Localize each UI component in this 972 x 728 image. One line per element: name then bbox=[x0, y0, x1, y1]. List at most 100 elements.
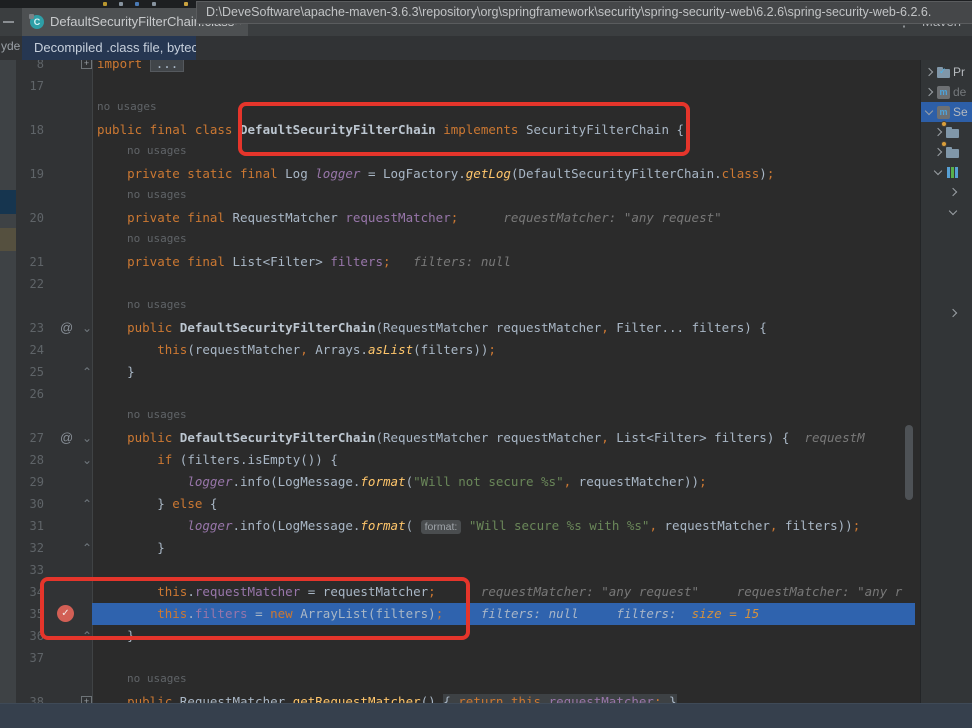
chevron-right-icon[interactable] bbox=[949, 309, 957, 317]
chevron-down-icon[interactable] bbox=[949, 207, 957, 215]
fold-collapse-icon[interactable]: ⌃ bbox=[82, 493, 92, 515]
code-line[interactable]: 35✓ this.filters = new ArrayList(filters… bbox=[0, 603, 920, 625]
check-icon: ✓ bbox=[939, 66, 947, 77]
code-line[interactable]: 30 ⌃ } else { bbox=[0, 493, 920, 515]
code-line[interactable]: 21 private final List<Filter> filters; f… bbox=[0, 251, 920, 273]
toolbar-icon-fragment bbox=[152, 2, 156, 6]
line-number[interactable]: 17 bbox=[14, 75, 44, 97]
maven-tree-label: de bbox=[953, 82, 966, 102]
code-line[interactable]: 24 this(requestMatcher, Arrays.asList(fi… bbox=[0, 339, 920, 361]
code-text: } bbox=[97, 361, 135, 383]
code-line[interactable]: 37 bbox=[0, 647, 920, 669]
no-usages-label: no usages bbox=[127, 672, 187, 685]
line-number[interactable]: 20 bbox=[14, 207, 44, 229]
code-text: public DefaultSecurityFilterChain(Reques… bbox=[97, 427, 865, 449]
code-line[interactable]: 19 private static final Log logger = Log… bbox=[0, 163, 920, 185]
line-number[interactable]: 33 bbox=[14, 559, 44, 581]
line-number[interactable]: 24 bbox=[14, 339, 44, 361]
line-number[interactable]: 38 bbox=[14, 691, 44, 703]
fold-expand-icon[interactable]: ⌄ bbox=[82, 317, 92, 339]
line-number[interactable]: 28 bbox=[14, 449, 44, 471]
maven-tree-item[interactable] bbox=[921, 142, 972, 162]
code-line[interactable]: 23@⌄ public DefaultSecurityFilterChain(R… bbox=[0, 317, 920, 339]
chevron-right-icon[interactable] bbox=[949, 188, 957, 196]
line-number[interactable]: 21 bbox=[14, 251, 44, 273]
maven-tool-window[interactable]: ✓PrmdemSe bbox=[920, 60, 972, 703]
toolbar-icon-fragment bbox=[184, 2, 188, 6]
code-line[interactable]: 17 bbox=[0, 75, 920, 97]
gear-icon bbox=[941, 121, 947, 127]
fold-collapse-icon[interactable]: ⌃ bbox=[82, 625, 92, 647]
line-number[interactable]: 19 bbox=[14, 163, 44, 185]
line-number[interactable]: 30 bbox=[14, 493, 44, 515]
code-line[interactable]: 33 bbox=[0, 559, 920, 581]
folder-base bbox=[946, 149, 959, 158]
maven-tree-item[interactable] bbox=[921, 202, 972, 222]
no-usages-row: no usages bbox=[0, 295, 920, 317]
line-number[interactable]: 25 bbox=[14, 361, 44, 383]
code-text: } bbox=[97, 537, 165, 559]
code-line[interactable]: 38+ public RequestMatcher getRequestMatc… bbox=[0, 691, 920, 703]
line-number[interactable]: 8 bbox=[14, 60, 44, 75]
chevron-right-icon[interactable] bbox=[934, 148, 942, 156]
gear-icon bbox=[941, 141, 947, 147]
fold-collapse-icon[interactable]: ⌃ bbox=[82, 361, 92, 383]
chevron-right-icon[interactable] bbox=[925, 88, 933, 96]
code-line[interactable]: 31 logger.info(LogMessage.format( format… bbox=[0, 515, 920, 537]
no-usages-row: no usages bbox=[0, 229, 920, 251]
code-line[interactable]: 32 ⌃ } bbox=[0, 537, 920, 559]
line-number[interactable]: 22 bbox=[14, 273, 44, 295]
line-number[interactable]: 32 bbox=[14, 537, 44, 559]
maven-tree-item[interactable] bbox=[921, 162, 972, 182]
code-line[interactable]: 8+import ... bbox=[0, 60, 920, 75]
line-number[interactable]: 36 bbox=[14, 625, 44, 647]
line-number[interactable]: 26 bbox=[14, 383, 44, 405]
line-number[interactable]: 35 bbox=[14, 603, 44, 625]
decompiled-banner: Decompiled .class file, bytec bbox=[22, 36, 196, 60]
code-line[interactable]: 22 bbox=[0, 273, 920, 295]
fold-collapse-icon[interactable]: ⌃ bbox=[82, 537, 92, 559]
breakpoint-icon[interactable]: ✓ bbox=[57, 605, 74, 622]
maven-tree-label: Se bbox=[953, 102, 968, 122]
maven-tree-item[interactable] bbox=[921, 303, 972, 323]
fold-expand-icon[interactable]: ⌄ bbox=[82, 427, 92, 449]
fold-plus-icon[interactable]: + bbox=[81, 60, 92, 69]
code-line[interactable]: 34 this.requestMatcher = requestMatcher;… bbox=[0, 581, 920, 603]
code-line[interactable]: 27@⌄ public DefaultSecurityFilterChain(R… bbox=[0, 427, 920, 449]
no-usages-label: no usages bbox=[97, 100, 157, 113]
maven-tree-item[interactable] bbox=[921, 122, 972, 142]
class-file-icon: C bbox=[30, 15, 44, 29]
code-line[interactable]: 20 private final RequestMatcher requestM… bbox=[0, 207, 920, 229]
line-number[interactable]: 18 bbox=[14, 119, 44, 141]
code-line[interactable]: 18public final class DefaultSecurityFilt… bbox=[0, 119, 920, 141]
code-line[interactable]: 28⌄ if (filters.isEmpty()) { bbox=[0, 449, 920, 471]
vertical-scrollbar-thumb[interactable] bbox=[905, 425, 913, 500]
fold-plus-icon[interactable]: + bbox=[81, 696, 92, 703]
code-text: } else { bbox=[97, 493, 217, 515]
no-usages-label: no usages bbox=[127, 298, 187, 311]
library-bar bbox=[955, 167, 958, 178]
code-line[interactable]: 36⌃ } bbox=[0, 625, 920, 647]
clipped-text-fragment: yde bbox=[1, 39, 20, 53]
line-number[interactable]: 37 bbox=[14, 647, 44, 669]
chevron-right-icon[interactable] bbox=[925, 68, 933, 76]
line-number[interactable]: 31 bbox=[14, 515, 44, 537]
code-line[interactable]: 26 bbox=[0, 383, 920, 405]
file-path-text: D:\DeveSoftware\apache-maven-3.6.3\repos… bbox=[206, 2, 931, 23]
chevron-down-icon[interactable] bbox=[925, 107, 933, 115]
line-number[interactable]: 27 bbox=[14, 427, 44, 449]
maven-tree-item-se[interactable]: mSe bbox=[921, 102, 972, 122]
code-editor[interactable]: 8+import ...17no usages18public final cl… bbox=[0, 60, 920, 703]
fold-expand-icon[interactable]: ⌄ bbox=[82, 449, 92, 471]
chevron-right-icon[interactable] bbox=[934, 128, 942, 136]
maven-tree-item-de[interactable]: mde bbox=[921, 82, 972, 102]
no-usages-label: no usages bbox=[127, 232, 187, 245]
code-line[interactable]: 29 logger.info(LogMessage.format("Will n… bbox=[0, 471, 920, 493]
line-number[interactable]: 34 bbox=[14, 581, 44, 603]
line-number[interactable]: 23 bbox=[14, 317, 44, 339]
maven-tree-item-pr[interactable]: ✓Pr bbox=[921, 62, 972, 82]
maven-tree-item[interactable] bbox=[921, 182, 972, 202]
line-number[interactable]: 29 bbox=[14, 471, 44, 493]
code-line[interactable]: 25 ⌃ } bbox=[0, 361, 920, 383]
chevron-down-icon[interactable] bbox=[934, 167, 942, 175]
